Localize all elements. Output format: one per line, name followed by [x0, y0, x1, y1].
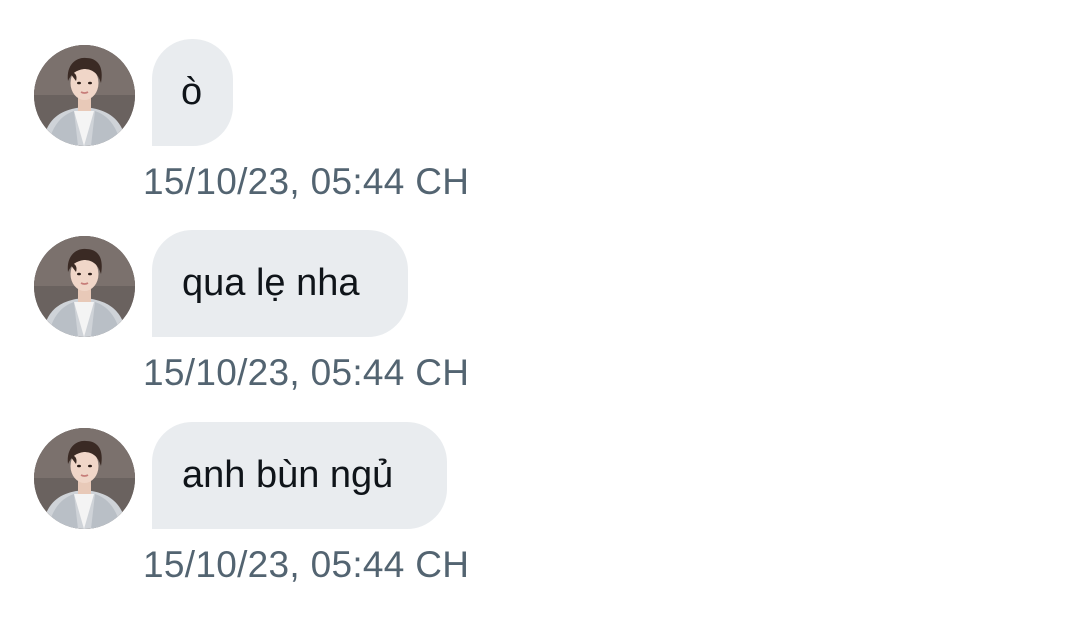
- avatar[interactable]: [34, 45, 135, 146]
- message-row: anh bùn ngủ 15/10/23, 05:44 CH: [0, 383, 1080, 585]
- message-timestamp: 15/10/23, 05:44 CH: [143, 544, 470, 585]
- avatar-photo-icon: [34, 45, 135, 146]
- message-row: qua lẹ nha 15/10/23, 05:44 CH: [0, 192, 1080, 393]
- avatar-photo-icon: [34, 428, 135, 529]
- message-text: qua lẹ nha: [182, 262, 360, 304]
- message-text: ò: [181, 71, 203, 113]
- message-text: anh bùn ngủ: [182, 454, 394, 496]
- message-thread: ò 15/10/23, 05:44 CH qua lẹ nha 15/10/23…: [0, 0, 1080, 630]
- message-bubble[interactable]: anh bùn ngủ: [152, 422, 447, 529]
- message-bubble[interactable]: qua lẹ nha: [152, 230, 408, 337]
- avatar-photo-icon: [34, 236, 135, 337]
- avatar[interactable]: [34, 236, 135, 337]
- message-row: ò 15/10/23, 05:44 CH: [0, 0, 1080, 202]
- avatar[interactable]: [34, 428, 135, 529]
- message-bubble[interactable]: ò: [152, 39, 233, 146]
